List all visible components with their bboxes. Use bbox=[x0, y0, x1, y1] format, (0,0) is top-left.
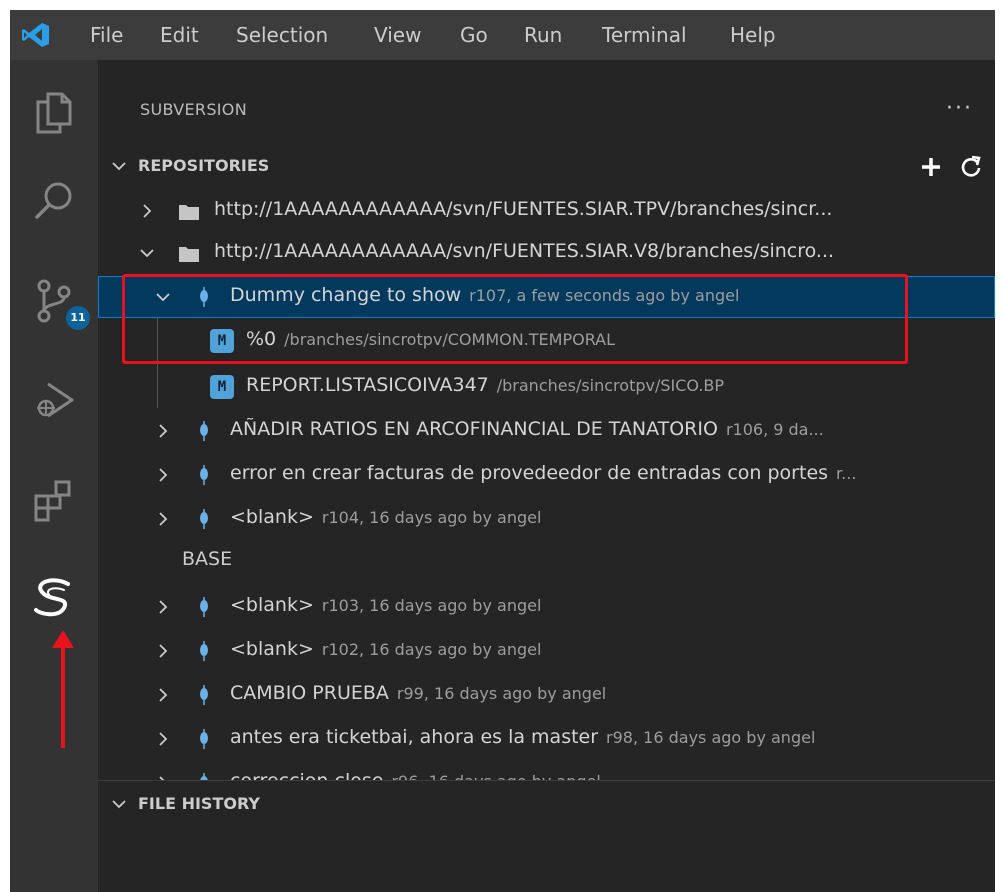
commit-row[interactable]: <blank> r104, 16 days ago by angel bbox=[98, 498, 995, 540]
commit-icon bbox=[200, 597, 208, 617]
commit-details: r96, 16 days ago by angel bbox=[391, 772, 600, 780]
changed-file-row[interactable]: M REPORT.LISTASICOIVA347/branches/sincro… bbox=[98, 366, 995, 408]
menu-terminal[interactable]: Terminal bbox=[602, 22, 687, 48]
more-actions-icon[interactable]: ··· bbox=[946, 96, 973, 121]
annotation-arrow bbox=[52, 630, 74, 748]
modified-file-icon: M bbox=[210, 375, 234, 399]
commit-message: antes era ticketbai, ahora es la master bbox=[230, 726, 599, 748]
panel-divider bbox=[98, 780, 995, 781]
explorer-icon[interactable] bbox=[24, 82, 84, 142]
source-control-tab[interactable]: 11 bbox=[24, 270, 90, 330]
base-marker-row: BASE bbox=[98, 540, 995, 582]
commit-text: error en crear facturas de provedeedor d… bbox=[230, 462, 985, 484]
commit-row[interactable]: antes era ticketbai, ahora es la master r… bbox=[98, 718, 995, 760]
file-path: /branches/sincrotpv/SICO.BP bbox=[496, 376, 725, 395]
commit-details: r103, 16 days ago by angel bbox=[321, 596, 542, 615]
changed-file-text: REPORT.LISTASICOIVA347/branches/sincrotp… bbox=[246, 374, 724, 396]
chevron-right-icon bbox=[159, 468, 168, 482]
repository-url: http://1AAAAAAAAAAAA/svn/FUENTES.SIAR.TP… bbox=[214, 198, 833, 220]
base-label: BASE bbox=[182, 548, 233, 570]
menu-selection[interactable]: Selection bbox=[236, 22, 328, 48]
commit-message: <blank> bbox=[230, 506, 314, 528]
run-debug-icon[interactable] bbox=[24, 370, 84, 430]
chevron-right-icon bbox=[159, 688, 168, 702]
chevron-down-icon bbox=[112, 800, 126, 809]
refresh-icon[interactable] bbox=[958, 154, 984, 180]
sidebar-title: SUBVERSION bbox=[140, 100, 247, 119]
commit-message: <blank> bbox=[230, 638, 314, 660]
commit-icon bbox=[200, 773, 208, 780]
chevron-right-icon bbox=[159, 644, 168, 658]
chevron-down-icon bbox=[140, 249, 154, 258]
repository-row[interactable]: http://1AAAAAAAAAAAA/svn/FUENTES.SIAR.TP… bbox=[98, 190, 995, 232]
commit-row[interactable]: <blank> r103, 16 days ago by angel bbox=[98, 586, 995, 628]
search-icon[interactable] bbox=[24, 172, 84, 232]
activity-bar: 11 bbox=[10, 60, 98, 892]
menu-bar: File Edit Selection View Go Run Terminal… bbox=[10, 10, 995, 60]
commit-row[interactable]: <blank> r102, 16 days ago by angel bbox=[98, 630, 995, 672]
commit-details: r106, 9 da... bbox=[725, 420, 824, 439]
repositories-section-header[interactable]: REPOSITORIES bbox=[98, 150, 995, 184]
commit-text: <blank> r102, 16 days ago by angel bbox=[230, 638, 541, 660]
chevron-right-icon bbox=[159, 600, 168, 614]
commit-text: CAMBIO PRUEBA r99, 16 days ago by angel bbox=[230, 682, 606, 704]
vscode-window: File Edit Selection View Go Run Terminal… bbox=[10, 10, 995, 892]
menu-edit[interactable]: Edit bbox=[160, 22, 199, 48]
add-icon[interactable] bbox=[918, 154, 944, 180]
commit-text: <blank> r103, 16 days ago by angel bbox=[230, 594, 541, 616]
commit-row[interactable]: AÑADIR RATIOS EN ARCOFINANCIAL DE TANATO… bbox=[98, 410, 995, 452]
commit-text: <blank> r104, 16 days ago by angel bbox=[230, 506, 541, 528]
commit-icon bbox=[200, 729, 208, 749]
menu-go[interactable]: Go bbox=[460, 22, 488, 48]
commit-message: correccion close bbox=[230, 770, 383, 780]
annotation-highlight-box bbox=[122, 274, 908, 364]
commit-details: r99, 16 days ago by angel bbox=[396, 684, 607, 703]
commit-row[interactable]: correccion close r96, 16 days ago by ange… bbox=[98, 762, 995, 780]
repository-row[interactable]: http://1AAAAAAAAAAAA/svn/FUENTES.SIAR.V8… bbox=[98, 232, 995, 274]
commit-details: r... bbox=[836, 464, 857, 483]
commit-details: r104, 16 days ago by angel bbox=[321, 508, 542, 527]
file-history-section-header[interactable]: FILE HISTORY bbox=[98, 788, 995, 822]
commit-icon bbox=[200, 465, 208, 485]
commit-icon bbox=[200, 421, 208, 441]
commit-icon bbox=[200, 641, 208, 661]
source-control-badge: 11 bbox=[66, 306, 90, 330]
commit-row[interactable]: error en crear facturas de provedeedor d… bbox=[98, 454, 995, 496]
file-name: REPORT.LISTASICOIVA347 bbox=[246, 374, 489, 396]
commit-message: CAMBIO PRUEBA bbox=[230, 682, 389, 704]
menu-view[interactable]: View bbox=[374, 22, 421, 48]
menu-run[interactable]: Run bbox=[524, 22, 562, 48]
chevron-right-icon bbox=[159, 512, 168, 526]
commit-icon bbox=[200, 509, 208, 529]
chevron-down-icon bbox=[112, 162, 126, 171]
repository-url: http://1AAAAAAAAAAAA/svn/FUENTES.SIAR.V8… bbox=[214, 240, 835, 262]
vscode-logo-icon bbox=[22, 23, 49, 47]
commit-text: correccion close r96, 16 days ago by ange… bbox=[230, 770, 601, 780]
commit-message: AÑADIR RATIOS EN ARCOFINANCIAL DE TANATO… bbox=[230, 418, 718, 440]
commit-message: <blank> bbox=[230, 594, 314, 616]
commit-details: r102, 16 days ago by angel bbox=[321, 640, 542, 659]
chevron-right-icon bbox=[159, 424, 168, 438]
repository-icon bbox=[179, 205, 199, 220]
repositories-label: REPOSITORIES bbox=[138, 156, 270, 175]
chevron-right-icon bbox=[159, 732, 168, 746]
commit-row[interactable]: CAMBIO PRUEBA r99, 16 days ago by angel bbox=[98, 674, 995, 716]
commit-details: r98, 16 days ago by angel bbox=[606, 728, 816, 747]
chevron-right-icon bbox=[143, 204, 152, 218]
commit-icon bbox=[200, 685, 208, 705]
repository-icon bbox=[179, 247, 199, 262]
commit-text: AÑADIR RATIOS EN ARCOFINANCIAL DE TANATO… bbox=[230, 418, 985, 440]
subversion-icon[interactable] bbox=[24, 568, 84, 628]
file-history-label: FILE HISTORY bbox=[138, 794, 260, 813]
extensions-icon[interactable] bbox=[24, 470, 84, 530]
menu-help[interactable]: Help bbox=[730, 22, 776, 48]
modified-badge: M bbox=[210, 375, 234, 399]
commit-text: antes era ticketbai, ahora es la master r… bbox=[230, 726, 815, 748]
menu-file[interactable]: File bbox=[90, 22, 123, 48]
subversion-sidebar: SUBVERSION ··· REPOSITORIES http://1AAAA… bbox=[98, 60, 995, 892]
commit-message: error en crear facturas de provedeedor d… bbox=[230, 462, 829, 484]
